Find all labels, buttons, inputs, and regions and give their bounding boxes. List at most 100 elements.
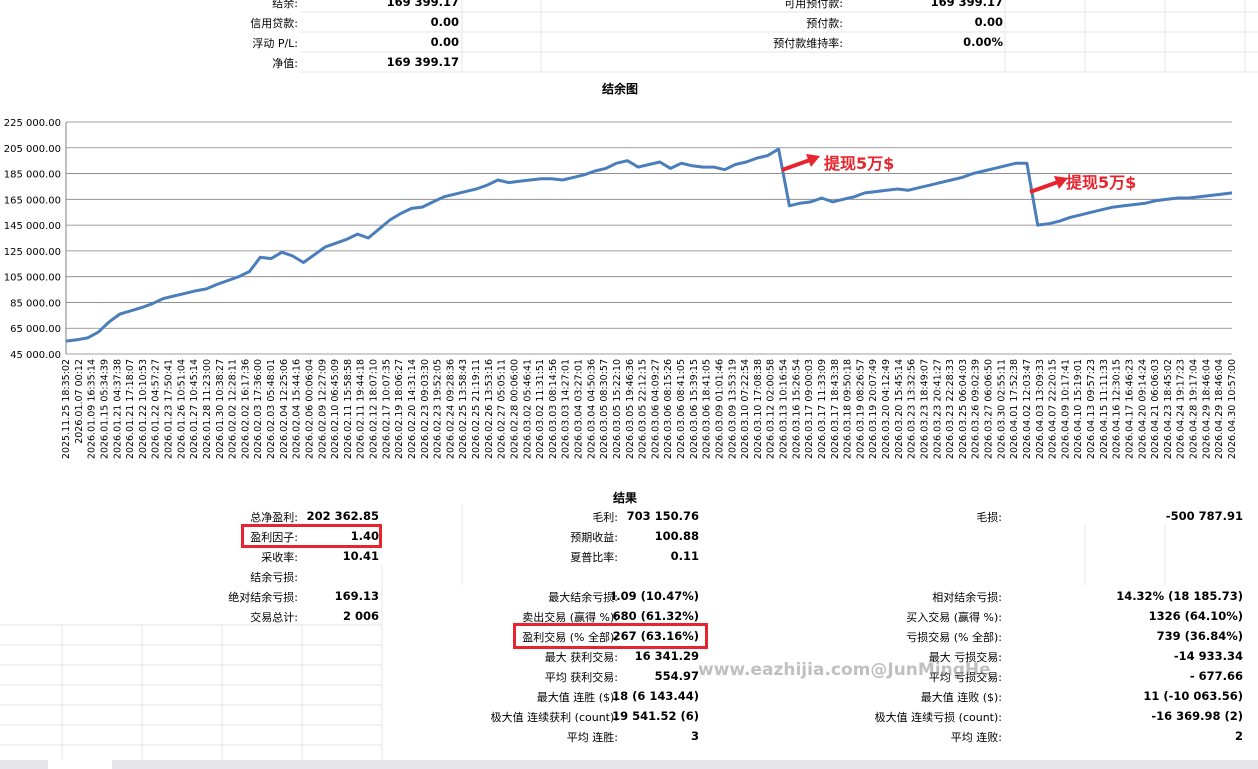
x-tick-label: 2025.11.25 18:35:02	[61, 359, 72, 459]
x-tick-label: 2026.03.20 15:45:14	[894, 359, 905, 459]
x-tick-label: 2026.02.03 05:48:01	[266, 359, 277, 459]
result-value: 10.41	[342, 549, 379, 563]
result-value: 739 (36.84%)	[1156, 629, 1243, 643]
sheet-tab-bar	[0, 760, 1258, 769]
result-label: 毛损:	[976, 511, 1002, 524]
x-tick-label: 2026.03.03 08:14:56	[548, 359, 559, 459]
x-tick-label: 2026.02.10 06:45:09	[330, 359, 341, 459]
sheet-tab-active[interactable]	[48, 760, 112, 769]
highlight-profit-trades	[513, 623, 708, 649]
x-tick-label: 2026.01.22 10:10:53	[138, 359, 149, 459]
x-tick-label: 2026.03.25 06:04:03	[958, 359, 969, 459]
x-tick-label: 2026.02.11 19:44:18	[356, 359, 367, 459]
result-value: 680 (61.32%)	[612, 609, 699, 623]
y-tick-label: 145 000.00	[4, 221, 61, 232]
arrow-right-icon	[781, 154, 820, 172]
summary-label: 可用预付款:	[784, 0, 843, 10]
x-tick-label: 2026.03.09 13:53:19	[727, 359, 738, 459]
x-tick-label: 2026.03.27 06:06:50	[984, 359, 995, 459]
x-tick-label: 2026.03.05 22:12:15	[638, 359, 649, 459]
chart-title: 结余图	[602, 82, 639, 96]
x-tick-label: 2026.03.23 22:28:33	[945, 359, 956, 459]
result-label: 最大值 连败 ($):	[920, 691, 1002, 704]
x-tick-label: 2026.02.20 14:31:14	[407, 359, 418, 459]
x-tick-label: 2026.04.23 18:45:02	[1163, 359, 1174, 459]
result-label: 毛利:	[592, 511, 618, 524]
x-tick-label: 2026.03.17 18:43:38	[830, 359, 841, 459]
result-label: 相对结余亏损:	[932, 591, 1002, 604]
x-tick-label: 2026.03.16 15:26:54	[791, 359, 802, 459]
summary-value: 169 399.17	[930, 0, 1003, 9]
x-tick-label: 2026.04.21 06:06:03	[1150, 359, 1161, 459]
result-value: 1326 (64.10%)	[1148, 609, 1243, 623]
x-tick-label: 2026.02.27 05:05:11	[497, 359, 508, 459]
result-value: 2 006	[342, 609, 379, 623]
result-label: 绝对结余亏损:	[228, 591, 298, 604]
x-tick-label: 2026.03.02 05:46:41	[522, 359, 533, 459]
result-value: -14 933.34	[1173, 649, 1243, 663]
result-label: 平均 获利交易:	[544, 671, 618, 684]
withdraw-annotation-2: 提现5万$	[1066, 173, 1137, 192]
x-tick-label: 2026.02.28 00:06:00	[509, 359, 520, 459]
x-tick-label: 2026.03.06 04:09:27	[650, 359, 661, 459]
y-tick-label: 85 000.00	[10, 298, 61, 309]
summary-value: 169 399.17	[386, 0, 459, 9]
x-tick-label: 2026.03.18 09:50:18	[843, 359, 854, 459]
x-tick-label: 2026.04.28 19:17:04	[1189, 359, 1200, 459]
x-tick-label: 2026.03.05 08:30:57	[599, 359, 610, 459]
x-tick-label: 2026.02.19 18:06:27	[394, 359, 405, 459]
result-label: 平均 连胜:	[566, 731, 618, 744]
result-value: I.09 (10.47%)	[611, 589, 699, 603]
x-tick-label: 2026.02.17 10:07:35	[381, 359, 392, 459]
x-tick-label: 2026.03.30 02:55:11	[996, 359, 1007, 459]
x-tick-label: 2026.02.26 13:53:16	[484, 359, 495, 459]
x-tick-label: 2026.01.27 10:45:14	[189, 359, 200, 459]
result-label: 预期收益:	[570, 531, 618, 544]
x-tick-label: 2026.02.25 21:19:11	[471, 359, 482, 459]
x-tick-label: 2026.03.06 15:39:15	[689, 359, 700, 459]
x-tick-label: 2026.01.21 04:37:38	[112, 359, 123, 459]
result-value: -500 787.91	[1165, 509, 1243, 523]
x-tick-label: 2026.03.20 04:12:49	[881, 359, 892, 459]
x-tick-label: 2026.04.20 09:14:24	[1137, 359, 1148, 459]
result-label: 平均 连败:	[950, 731, 1002, 744]
x-tick-label: 2026.03.19 20:07:49	[868, 359, 879, 459]
result-label: 最大 获利交易:	[544, 651, 618, 664]
x-tick-label: 2026.01.28 11:23:00	[202, 359, 213, 459]
x-tick-label: 2026.04.16 12:30:15	[1112, 359, 1123, 459]
result-label: 极大值 连续获利 (count):	[490, 711, 618, 724]
summary-value: 0.00	[974, 15, 1003, 29]
x-tick-label: 2026.02.23 19:52:05	[433, 359, 444, 459]
summary-label: 结余:	[272, 0, 298, 10]
balance-chart: 45 000.00 65 000.00 85 000.00 105 000.00 125…	[4, 118, 1238, 459]
x-tick-label: 2026.03.23 18:49:07	[919, 359, 930, 459]
result-label: 极大值 连续亏损 (count):	[874, 711, 1002, 724]
result-value: 100.88	[654, 529, 699, 543]
x-tick-label: 2026.02.06 00:06:04	[304, 359, 315, 459]
x-tick-label: 2026.02.12 18:07:10	[369, 359, 380, 459]
x-tick-label: 2026.03.04 04:50:36	[586, 359, 597, 459]
x-tick-label: 2026.03.17 11:33:09	[817, 359, 828, 459]
x-tick-label: 2026.03.23 20:41:27	[932, 359, 943, 459]
x-tick-label: 2026.04.03 13:09:33	[1035, 359, 1046, 459]
y-tick-label: 225 000.00	[4, 118, 61, 129]
x-tick-label: 2026.02.25 13:58:43	[458, 359, 469, 459]
x-tick-label: 2026.01.23 17:50:41	[164, 359, 175, 459]
x-tick-label: 2026.03.10 07:22:54	[740, 359, 751, 459]
x-tick-label: 2026.03.04 03:27:01	[574, 359, 585, 459]
y-tick-label: 185 000.00	[4, 170, 61, 181]
result-value: 14.32% (18 185.73)	[1116, 589, 1243, 603]
result-value: -16 369.98 (2)	[1151, 709, 1243, 723]
results-title: 结果	[613, 491, 638, 505]
x-tick-label: 2026.03.06 08:41:05	[676, 359, 687, 459]
x-tick-label: 2026.02.02 12:28:11	[228, 359, 239, 459]
x-tick-label: 2026.04.10 15:19:01	[1073, 359, 1084, 459]
x-tick-label: 2026.01.15 05:34:39	[99, 359, 110, 459]
x-tick-label: 2026.04.29 18:46:04	[1214, 359, 1225, 459]
result-label: 亏损交易 (% 全部):	[906, 631, 1002, 644]
result-value: 554.97	[654, 669, 699, 683]
result-value: 703 150.76	[626, 509, 699, 523]
result-label: 买入交易 (赢得 %):	[906, 611, 1002, 624]
result-label: 最大值 连胜 ($):	[536, 691, 618, 704]
y-tick-label: 125 000.00	[4, 247, 61, 258]
